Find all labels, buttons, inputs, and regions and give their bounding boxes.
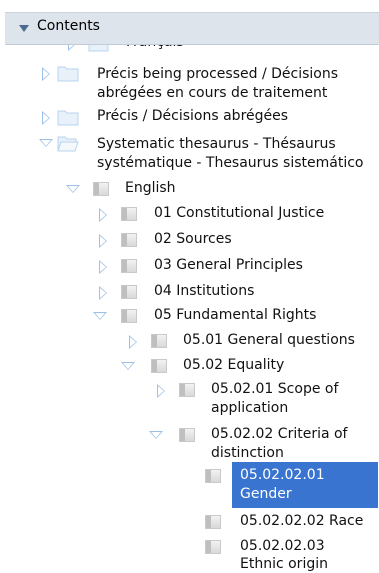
tree-item-05[interactable]: 05 Fundamental Rights — [93, 307, 374, 327]
tree-item-05020201-selected[interactable]: 05.02.02.01 Gender — [205, 467, 375, 507]
expand-arrow-icon[interactable] — [40, 110, 52, 125]
tree-item-label-line1: 05.02.02 Criteria of — [211, 426, 348, 442]
tree-item-label: 05.02.02.02 Race — [240, 513, 364, 529]
open-folder-icon — [57, 136, 79, 152]
tree-item-label-line2: Ethnic origin — [240, 556, 328, 572]
document-icon — [121, 207, 137, 221]
tree-item-02[interactable]: 02 Sources — [97, 231, 367, 251]
tree-item-label: 05.02 Equality — [183, 357, 285, 373]
contents-panel-header[interactable]: Contents — [5, 12, 379, 45]
tree-item-label-line2: abrégées en cours de traitement — [97, 85, 328, 101]
tree-item-label: 02 Sources — [154, 231, 232, 247]
tree-item-label: Précis / Décisions abrégées — [97, 108, 289, 124]
document-icon — [121, 285, 137, 299]
tree-item-label-line1: 05.02.02.01 — [240, 467, 325, 483]
collapse-arrow-icon[interactable] — [121, 359, 135, 373]
tree-item-label: 04 Institutions — [154, 283, 255, 299]
tree-item-label-line2: distinction — [211, 445, 284, 461]
document-icon — [205, 540, 221, 554]
folder-icon — [57, 66, 79, 82]
tree-item-01[interactable]: 01 Constitutional Justice — [97, 205, 367, 225]
collapse-arrow-icon[interactable] — [149, 428, 163, 442]
tree-item-label-line1: 05.02.02.03 — [240, 538, 325, 554]
folder-icon — [57, 110, 79, 126]
expand-arrow-icon[interactable] — [40, 66, 52, 81]
collapse-arrow-icon[interactable] — [66, 182, 80, 196]
document-icon — [151, 334, 167, 348]
expand-arrow-icon[interactable] — [155, 383, 167, 398]
collapse-arrow-icon[interactable] — [39, 136, 53, 150]
tree-item-05020203[interactable]: 05.02.02.03 Ethnic origin — [205, 538, 375, 573]
tree-item-050202[interactable]: 05.02.02 Criteria of distinction — [149, 426, 375, 466]
tree-item-label: 01 Constitutional Justice — [154, 205, 325, 221]
document-icon — [121, 259, 137, 273]
tree-item-04[interactable]: 04 Institutions — [97, 283, 367, 303]
tree-item-label-line1: 05.02.01 Scope of — [211, 381, 339, 397]
document-icon — [205, 469, 221, 483]
panel-title: Contents — [37, 18, 100, 34]
tree-item-label-line1: Précis being processed / Décisions — [97, 66, 339, 82]
tree-item-label: English — [125, 180, 176, 196]
expand-arrow-icon[interactable] — [97, 207, 109, 222]
document-icon — [121, 233, 137, 247]
tree-item-systematic-thesaurus[interactable]: Systematic thesaurus - Thésaurus systéma… — [39, 134, 375, 174]
collapse-caret-icon[interactable] — [19, 25, 29, 32]
tree-item-0502[interactable]: 05.02 Equality — [121, 357, 372, 377]
collapse-arrow-icon[interactable] — [93, 309, 107, 323]
tree-item-precis[interactable]: Précis / Décisions abrégées — [40, 108, 370, 128]
tree-item-label: 05 Fundamental Rights — [154, 307, 317, 323]
document-icon — [205, 515, 221, 529]
tree-item-05020202[interactable]: 05.02.02.02 Race — [205, 513, 375, 533]
expand-arrow-icon[interactable] — [97, 233, 109, 248]
document-icon — [179, 428, 195, 442]
tree-item-050201[interactable]: 05.02.01 Scope of application — [155, 381, 375, 421]
tree-item-english[interactable]: English — [66, 180, 267, 200]
document-icon — [121, 309, 137, 323]
tree-item-label-line1: Systematic thesaurus - Thésaurus — [97, 136, 336, 152]
document-icon — [179, 383, 195, 397]
tree-item-0501[interactable]: 05.01 General questions — [127, 332, 377, 352]
document-icon — [151, 359, 167, 373]
expand-arrow-icon[interactable] — [127, 334, 139, 349]
expand-arrow-icon[interactable] — [97, 285, 109, 300]
tree-item-precis-processing[interactable]: Précis being processed / Décisions abrég… — [40, 64, 370, 104]
tree-item-label: 05.01 General questions — [183, 332, 355, 348]
tree-item-03[interactable]: 03 General Principles — [97, 257, 367, 277]
document-icon — [93, 182, 109, 196]
tree-item-label: 03 General Principles — [154, 257, 303, 273]
tree-item-label-line2: Gender — [240, 486, 292, 502]
expand-arrow-icon[interactable] — [97, 259, 109, 274]
tree-item-label-line2: application — [211, 400, 289, 416]
tree-item-label-line2: systématique - Thesaurus sistemático — [97, 155, 364, 171]
